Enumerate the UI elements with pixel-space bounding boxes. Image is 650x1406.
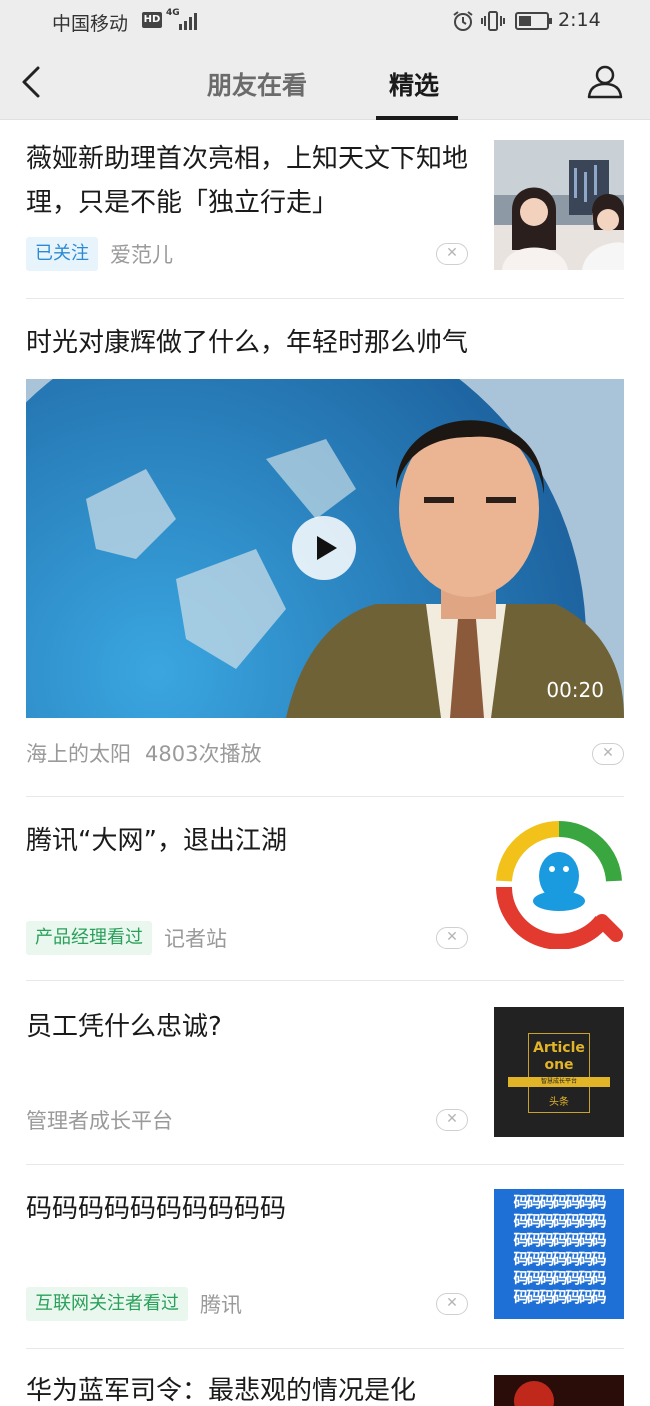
- ma-text-row: 码码码码码码码: [513, 1231, 606, 1249]
- video-player[interactable]: 00:20: [26, 379, 624, 718]
- play-count: 4803次播放: [145, 742, 262, 766]
- article-title[interactable]: 薇娅新助理首次亮相，上知天文下知地理，只是不能「独立行走」: [26, 137, 476, 225]
- back-arrow-icon[interactable]: [18, 64, 46, 100]
- article-meta: 海上的太阳 4803次播放: [26, 736, 261, 770]
- feed-item[interactable]: 华为蓝军司令：最悲观的情况是化: [0, 1349, 650, 1406]
- article-title[interactable]: 码码码码码码码码码码: [26, 1187, 476, 1231]
- hd-badge: HD: [142, 12, 162, 28]
- article-source: 腾讯: [200, 1293, 242, 1317]
- thumbnail-subtitle: 智慧成长平台: [508, 1077, 610, 1087]
- article-thumbnail[interactable]: 码码码码码码码 码码码码码码码 码码码码码码码 码码码码码码码 码码码码码码码 …: [494, 1189, 624, 1319]
- viewed-by-tag: 互联网关注者看过: [26, 1287, 188, 1321]
- ma-text-row: 码码码码码码码: [513, 1250, 606, 1268]
- feed-item[interactable]: 码码码码码码码码码码 互联网关注者看过 腾讯 ✕ 码码码码码码码 码码码码码码码…: [0, 1165, 650, 1349]
- article-thumbnail[interactable]: [494, 140, 624, 270]
- article-title[interactable]: 腾讯“大网”，退出江湖: [26, 819, 476, 863]
- status-time: 2:14: [558, 9, 601, 31]
- feed-item[interactable]: 腾讯“大网”，退出江湖 产品经理看过 记者站 ✕: [0, 797, 650, 981]
- user-icon[interactable]: [586, 62, 624, 100]
- dismiss-button[interactable]: ✕: [436, 243, 468, 265]
- tencent-news-logo-icon[interactable]: [494, 819, 624, 949]
- article-title[interactable]: 华为蓝军司令：最悲观的情况是化: [26, 1369, 476, 1406]
- vibrate-icon: [481, 11, 505, 31]
- feed-item[interactable]: 员工凭什么忠诚? 管理者成长平台 ✕ Article one 智慧成长平台 头条: [0, 981, 650, 1165]
- thumbnail-title-line2: one: [544, 1057, 574, 1073]
- dismiss-button[interactable]: ✕: [592, 743, 624, 765]
- article-meta: 互联网关注者看过 腾讯: [26, 1287, 242, 1321]
- article-meta: 管理者成长平台: [26, 1103, 173, 1137]
- tab-featured[interactable]: 精选: [389, 66, 439, 102]
- dismiss-button[interactable]: ✕: [436, 927, 468, 949]
- ma-text-row: 码码码码码码码: [513, 1212, 606, 1230]
- article-title[interactable]: 时光对康辉做了什么，年轻时那么帅气: [26, 321, 626, 365]
- active-tab-indicator: [376, 116, 458, 120]
- top-nav: 朋友在看 精选: [0, 44, 650, 120]
- article-meta: 已关注 爱范儿: [26, 237, 173, 271]
- article-meta: 产品经理看过 记者站: [26, 921, 227, 955]
- video-duration: 00:20: [546, 678, 604, 702]
- alarm-icon: [453, 11, 473, 31]
- signal-icon: [179, 13, 197, 30]
- article-source: 记者站: [164, 927, 227, 951]
- play-icon: [317, 536, 337, 560]
- battery-icon: [515, 12, 552, 30]
- followed-tag: 已关注: [26, 237, 98, 271]
- feed-item-video[interactable]: 时光对康辉做了什么，年轻时那么帅气 00:20 海上的太阳 4803次播放 ✕: [0, 299, 650, 797]
- viewed-by-tag: 产品经理看过: [26, 921, 152, 955]
- tab-friends-reading[interactable]: 朋友在看: [207, 66, 307, 102]
- status-bar: 中国移动 HD 4G 2:14: [0, 0, 650, 44]
- carrier-name: 中国移动: [52, 13, 129, 35]
- article-source: 爱范儿: [110, 243, 173, 267]
- ma-text-row: 码码码码码码码: [513, 1193, 606, 1211]
- dismiss-button[interactable]: ✕: [436, 1293, 468, 1315]
- article-thumbnail[interactable]: Article one 智慧成长平台 头条: [494, 1007, 624, 1137]
- article-source: 管理者成长平台: [26, 1109, 173, 1133]
- article-title[interactable]: 员工凭什么忠诚?: [26, 1005, 476, 1049]
- article-thumbnail[interactable]: [494, 1375, 624, 1406]
- ma-text-row: 码码码码码码码: [513, 1269, 606, 1287]
- play-button[interactable]: [292, 516, 356, 580]
- thumbnail-shape: [514, 1381, 554, 1406]
- thumbnail-brand: 头条: [549, 1097, 569, 1108]
- ma-text-row: 码码码码码码码: [513, 1288, 606, 1306]
- dismiss-button[interactable]: ✕: [436, 1109, 468, 1131]
- feed-item[interactable]: 薇娅新助理首次亮相，上知天文下知地理，只是不能「独立行走」 已关注 爱范儿 ✕: [0, 121, 650, 299]
- thumbnail-title-line1: Article: [533, 1040, 585, 1056]
- article-source: 海上的太阳: [26, 742, 131, 766]
